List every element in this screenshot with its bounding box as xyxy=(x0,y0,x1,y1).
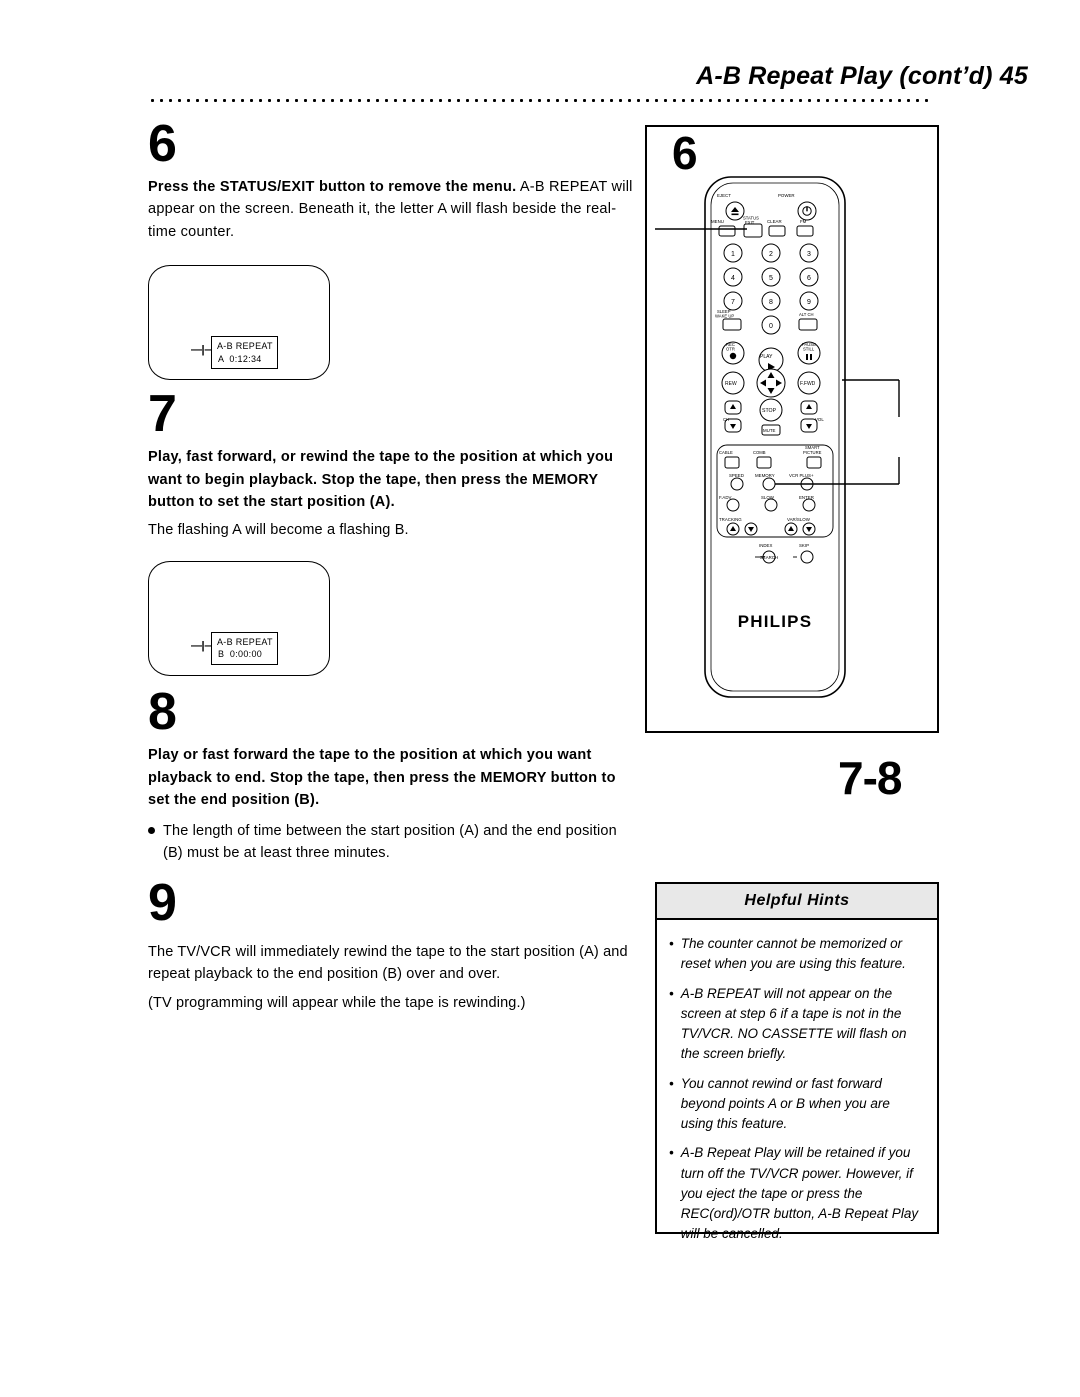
svg-text:F.ADV: F.ADV xyxy=(719,495,732,500)
svg-text:PHILIPS: PHILIPS xyxy=(738,612,813,631)
svg-text:7: 7 xyxy=(731,299,735,306)
svg-text:1: 1 xyxy=(731,251,735,258)
tv-screen-step6-counter: 0:12:34 xyxy=(229,353,262,364)
hint-bullet: • xyxy=(669,985,674,1001)
svg-text:0: 0 xyxy=(769,323,773,330)
hint-text: You cannot rewind or fast forward beyond… xyxy=(680,1075,890,1132)
svg-text:2: 2 xyxy=(769,251,773,258)
step-6: 6 Press the STATUS/EXIT button to remove… xyxy=(148,115,640,381)
svg-text:EXIT: EXIT xyxy=(745,220,755,225)
hint-bullet: • xyxy=(669,936,674,951)
hint-bullet: • xyxy=(669,1075,674,1091)
svg-text:COMB: COMB xyxy=(753,450,766,455)
helpful-hints-header: Helpful Hints xyxy=(657,884,937,920)
step-6-number: 6 xyxy=(148,115,177,173)
callout-step-7-8: 7-8 xyxy=(838,752,902,804)
step-7: 7 Play, fast forward, or rewind the tape… xyxy=(148,385,640,677)
step-8: 8 Play or fast forward the tape to the p… xyxy=(148,686,640,864)
svg-text:REW: REW xyxy=(725,381,737,387)
svg-text:SEARCH: SEARCH xyxy=(760,555,778,560)
svg-text:PLAY: PLAY xyxy=(760,354,773,360)
svg-text:ALT CH: ALT CH xyxy=(799,312,814,317)
steps-column: 6 Press the STATUS/EXIT button to remove… xyxy=(148,118,640,1014)
svg-text:MENU: MENU xyxy=(711,219,724,224)
svg-text:6: 6 xyxy=(807,275,811,282)
svg-text:5: 5 xyxy=(769,275,773,282)
svg-text:VAR/SLOW: VAR/SLOW xyxy=(787,517,811,522)
hint-item: • The counter cannot be memorized or res… xyxy=(669,934,924,975)
svg-text:STOP: STOP xyxy=(762,408,777,414)
tv-screen-step7-letter: B xyxy=(218,649,225,660)
helpful-hints-body: • The counter cannot be memorized or res… xyxy=(657,920,937,1262)
svg-text:TRACKING: TRACKING xyxy=(719,517,742,522)
svg-text:SLOW: SLOW xyxy=(761,495,775,500)
step-6-text: Press the STATUS/EXIT button to remove t… xyxy=(148,176,640,243)
hint-text: A-B Repeat Play will be retained if you … xyxy=(680,1145,919,1242)
svg-text:8: 8 xyxy=(769,299,773,306)
tv-screen-step7-line1: A-B REPEAT xyxy=(217,637,273,648)
page-number: 45 xyxy=(999,62,1028,90)
tv-screen-step7: —|— A-B REPEAT B 0:00:00 xyxy=(148,561,330,677)
svg-text:CH: CH xyxy=(723,417,729,422)
step-8-bullet-text: The length of time between the start pos… xyxy=(163,822,617,862)
step-7-body: The flashing A will become a flashing B. xyxy=(148,521,409,538)
hint-item: • You cannot rewind or fast forward beyo… xyxy=(669,1074,924,1135)
svg-text:VOL: VOL xyxy=(815,417,824,422)
svg-text:VCR PLUS+: VCR PLUS+ xyxy=(789,473,814,478)
helpful-hints-title: Helpful Hints xyxy=(744,892,850,909)
step-9-body: The TV/VCR will immediately rewind the t… xyxy=(148,943,628,983)
tv-screen-step6-line2: A 0:12:34 xyxy=(217,353,273,365)
step-8-number: 8 xyxy=(148,683,177,742)
svg-text:9: 9 xyxy=(807,299,811,306)
manual-page: A-B Repeat Play (cont’d) 45 6 Press the … xyxy=(0,0,1080,1397)
header-divider xyxy=(148,98,934,103)
remote-control-illustration: EJECT POWER MENU STATUS EXIT CLEAR FM 1 … xyxy=(655,176,900,698)
tv-screen-step7-osd: A-B REPEAT B 0:00:00 xyxy=(211,632,278,665)
svg-text:WAKE UP: WAKE UP xyxy=(715,314,734,319)
step-8-bullet: The length of time between the start pos… xyxy=(148,820,640,865)
step-9: 9 The TV/VCR will immediately rewind the… xyxy=(148,877,640,1014)
tv-screen-step6: —|— A-B REPEAT A 0:12:34 xyxy=(148,265,330,381)
hint-text: A-B REPEAT will not appear on the screen… xyxy=(680,985,907,1062)
svg-text:INDEX: INDEX xyxy=(759,543,772,548)
svg-text:F.FWD: F.FWD xyxy=(800,381,816,387)
step-6-bold: Press the STATUS/EXIT button to remove t… xyxy=(148,179,517,195)
svg-text:OTR: OTR xyxy=(726,347,735,352)
bullet-dot-icon xyxy=(148,826,155,834)
hint-text: The counter cannot be memorized or reset… xyxy=(680,936,906,972)
tv-screen-step6-line1: A-B REPEAT xyxy=(217,341,273,352)
svg-text:CLEAR: CLEAR xyxy=(767,219,782,224)
svg-text:PICTURE: PICTURE xyxy=(803,450,822,455)
step-8-bold: Play or fast forward the tape to the pos… xyxy=(148,747,616,809)
hint-item: • A-B REPEAT will not appear on the scre… xyxy=(669,984,924,1065)
svg-text:SPEED: SPEED xyxy=(729,473,744,478)
svg-text:EJECT: EJECT xyxy=(717,193,731,198)
tv-screen-step6-osd: A-B REPEAT A 0:12:34 xyxy=(211,336,278,369)
tv-screen-step7-line2: B 0:00:00 xyxy=(217,648,273,660)
helpful-hints-box: Helpful Hints • The counter cannot be me… xyxy=(655,882,939,1241)
remote-control-panel: EJECT POWER MENU STATUS EXIT CLEAR FM 1 … xyxy=(645,125,939,733)
hint-bullet: • xyxy=(669,1145,674,1161)
svg-text:SKIP: SKIP xyxy=(799,543,809,548)
tv-screen-step6-letter: A xyxy=(218,353,224,364)
step-9-number: 9 xyxy=(148,873,177,932)
svg-text:POWER: POWER xyxy=(778,193,795,198)
tv-screen-step7-counter: 0:00:00 xyxy=(229,649,263,660)
step-9-note: (TV programming will appear while the ta… xyxy=(148,994,526,1011)
svg-text:FM: FM xyxy=(800,219,807,224)
step-7-bold: Play, fast forward, or rewind the tape t… xyxy=(148,449,614,511)
hint-item: • A-B Repeat Play will be retained if yo… xyxy=(669,1143,924,1244)
svg-text:CABLE: CABLE xyxy=(719,450,733,455)
step-7-number: 7 xyxy=(148,385,177,444)
svg-text:MEMORY: MEMORY xyxy=(755,473,775,478)
svg-text:MUTE: MUTE xyxy=(763,428,776,433)
svg-text:STILL: STILL xyxy=(803,347,815,352)
svg-text:4: 4 xyxy=(731,275,735,282)
callout-step-6: 6 xyxy=(672,127,698,179)
page-title: A-B Repeat Play (cont’d) 45 xyxy=(696,62,1028,91)
svg-text:3: 3 xyxy=(807,251,811,258)
page-title-text: A-B Repeat Play (cont’d) xyxy=(696,62,993,90)
svg-text:ENTER: ENTER xyxy=(799,495,814,500)
